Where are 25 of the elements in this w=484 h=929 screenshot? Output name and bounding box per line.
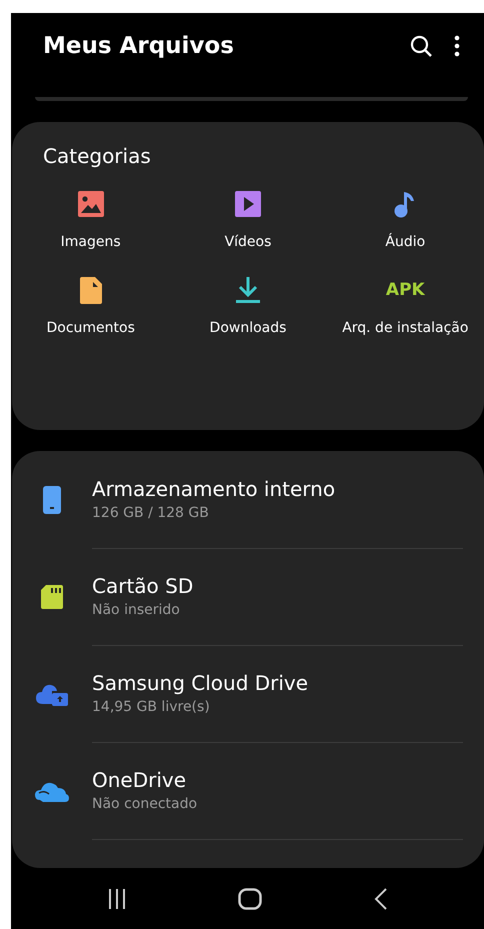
recent-apps-button[interactable]	[106, 888, 127, 908]
app-title: Meus Arquivos	[43, 33, 235, 59]
category-item[interactable]: Vídeos	[169, 190, 327, 250]
storage-item[interactable]: Cartão SD Não inserido	[12, 548, 484, 645]
category-item[interactable]: Downloads	[169, 276, 327, 336]
image-icon	[78, 191, 104, 217]
section-title: Categorias	[43, 144, 152, 168]
storage-item[interactable]: OneDrive Não conectado	[12, 742, 484, 839]
sd-card-icon	[41, 584, 63, 608]
document-icon	[80, 276, 102, 304]
category-item[interactable]: Imagens	[12, 190, 170, 250]
phone-icon	[43, 486, 61, 514]
category-item[interactable]: Áudio	[326, 190, 484, 250]
music-note-icon	[394, 190, 416, 218]
category-item[interactable]: Documentos	[12, 276, 170, 336]
back-button[interactable]	[374, 888, 388, 910]
storage-item[interactable]: Samsung Cloud Drive 14,95 GB livre(s)	[12, 645, 484, 742]
apk-label: APK	[386, 280, 425, 300]
category-item[interactable]: APK Arq. de instalação	[326, 276, 484, 336]
more-options-button[interactable]	[454, 35, 460, 57]
search-button[interactable]	[410, 35, 432, 57]
home-button[interactable]	[238, 888, 262, 910]
play-icon	[234, 191, 261, 217]
storage-item[interactable]: Armazenamento interno 126 GB / 128 GB	[12, 451, 484, 548]
download-icon	[234, 276, 261, 304]
